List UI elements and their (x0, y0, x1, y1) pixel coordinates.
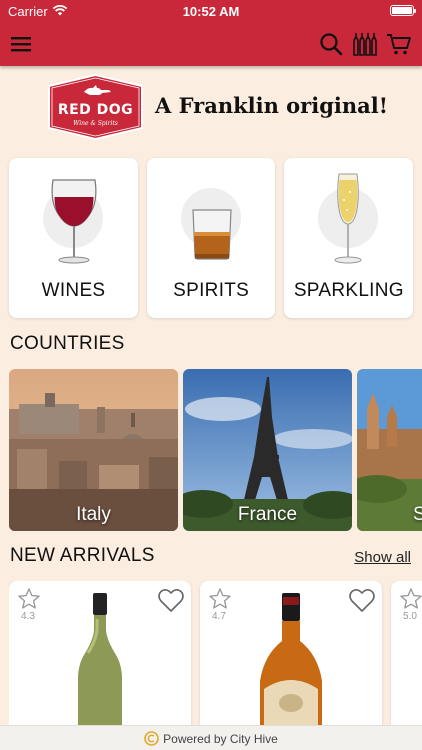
category-label: SPARKLING (293, 280, 404, 301)
logo-text: RED DOG (58, 102, 133, 118)
country-name: France (237, 504, 298, 525)
category-list: WINES SPIRITS SPARKLING (9, 158, 414, 318)
brand-banner: RED DOG Wine & Spirits A Franklin origin… (0, 72, 422, 144)
search-button[interactable] (318, 30, 344, 58)
country-name: Italy (76, 504, 111, 525)
menu-icon[interactable] (10, 33, 32, 55)
product-rating: 5.0 (403, 611, 417, 622)
category-card-wines[interactable]: WINES (9, 158, 138, 318)
product-rating: 4.3 (21, 611, 35, 622)
country-card-spain[interactable]: S (357, 369, 422, 531)
heart-icon[interactable] (157, 587, 185, 613)
category-label: WINES (41, 280, 106, 301)
country-card-italy[interactable]: Italy (9, 369, 178, 531)
status-bar: Carrier 10:52 AM (0, 0, 422, 22)
wine-list-button[interactable] (352, 30, 378, 58)
star-icon[interactable] (399, 587, 422, 611)
bourbon-bottle-image (260, 593, 322, 731)
wine-bottles-icon (353, 33, 377, 56)
brand-tagline: A Franklin original! (155, 93, 388, 118)
logo-subtext: Wine & Spirits (73, 120, 118, 127)
country-card-france[interactable]: France (183, 369, 352, 531)
category-label: SPIRITS (173, 280, 250, 301)
product-card[interactable]: 4.7 (200, 581, 382, 731)
search-icon (320, 33, 343, 56)
top-navbar (0, 22, 422, 66)
red-wine-glass-icon (51, 179, 97, 264)
product-card[interactable]: 4.3 (9, 581, 191, 731)
city-hive-icon (144, 731, 159, 746)
countries-carousel[interactable]: Italy France S (9, 369, 422, 531)
champagne-flute-icon (334, 173, 362, 264)
clock: 10:52 AM (182, 4, 240, 19)
whiskey-glass-icon (192, 209, 232, 260)
category-card-sparkling[interactable]: SPARKLING (284, 158, 414, 318)
footer-text: Powered by City Hive (163, 732, 278, 746)
product-card[interactable]: 5.0 (391, 581, 422, 731)
cart-button[interactable] (386, 30, 412, 58)
new-arrivals-carousel[interactable]: 4.3 4.7 5.0 (9, 581, 422, 731)
cart-icon (387, 34, 411, 55)
heart-icon[interactable] (348, 587, 376, 613)
green-wine-bottle-image (78, 593, 122, 731)
star-icon[interactable] (17, 587, 41, 611)
category-card-spirits[interactable]: SPIRITS (146, 158, 276, 318)
countries-heading: COUNTRIES (10, 333, 125, 354)
powered-by-footer: Powered by City Hive (0, 725, 422, 750)
star-icon[interactable] (208, 587, 232, 611)
new-arrivals-heading: NEW ARRIVALS (10, 545, 155, 566)
country-name: S (413, 504, 422, 525)
show-all-link[interactable]: Show all (354, 549, 411, 566)
battery-icon (390, 5, 416, 16)
red-dog-logo: RED DOG Wine & Spirits (48, 74, 143, 140)
product-rating: 4.7 (212, 611, 226, 622)
